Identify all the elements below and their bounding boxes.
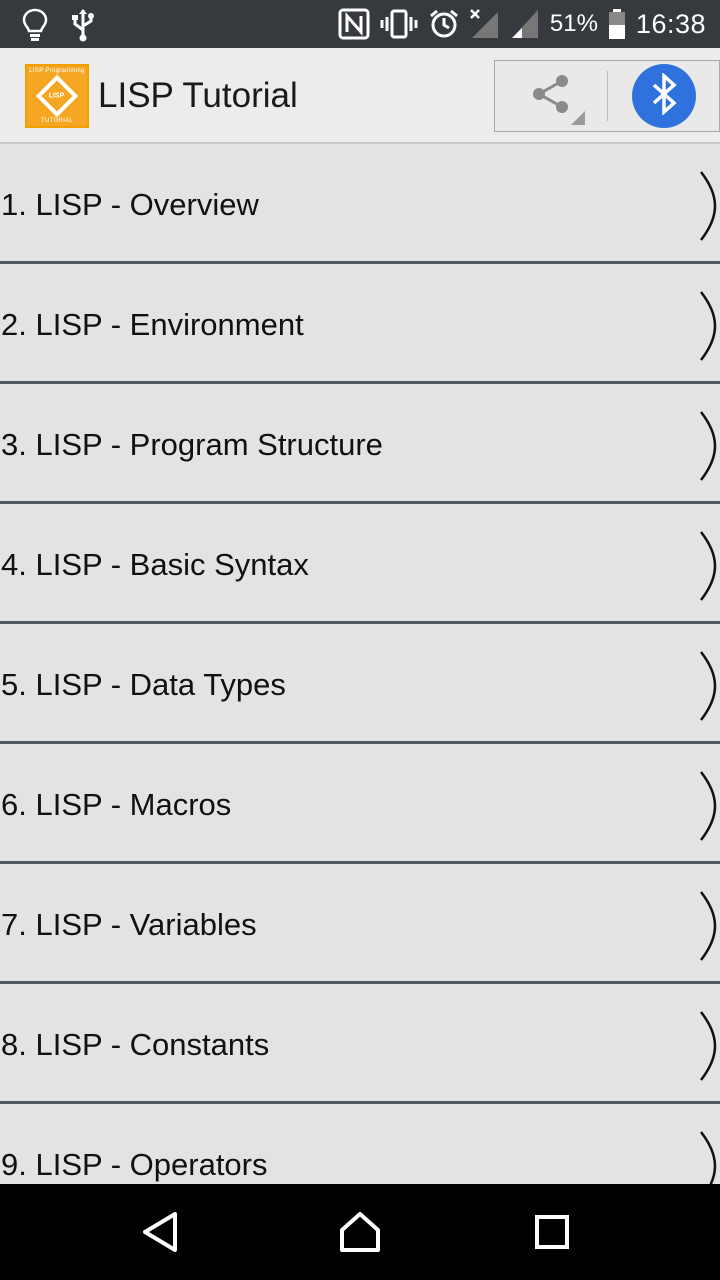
action-bar-actions — [494, 60, 720, 132]
share-icon — [529, 72, 573, 121]
status-clock: 16:38 — [635, 8, 706, 39]
bluetooth-button[interactable] — [632, 64, 696, 128]
list-item[interactable]: 6. LISP - Macros — [0, 744, 720, 864]
logo-bottom-text: TUTORIAL — [41, 118, 73, 124]
chevron-right-icon — [700, 291, 717, 361]
app-title: LISP Tutorial — [98, 76, 298, 115]
bluetooth-icon — [649, 71, 679, 120]
chevron-right-icon — [700, 171, 717, 241]
logo-top-text: LISP Programming — [29, 68, 85, 74]
nfc-icon — [338, 8, 370, 40]
list-item-label: 8. LISP - Constants — [1, 1027, 270, 1062]
navigation-bar — [0, 1184, 720, 1280]
app-bar: LISP Programming LISP TUTORIAL LISP Tuto… — [0, 48, 720, 144]
list-item[interactable]: 7. LISP - Variables — [0, 864, 720, 984]
status-bar: 51% 16:38 — [0, 0, 720, 48]
action-divider — [607, 71, 608, 121]
home-button[interactable] — [332, 1204, 388, 1260]
recents-button[interactable] — [524, 1204, 580, 1260]
home-icon — [340, 1212, 380, 1252]
list-item-label: 9. LISP - Operators — [1, 1147, 268, 1182]
list-item[interactable]: 4. LISP - Basic Syntax — [0, 504, 720, 624]
list-item-label: 7. LISP - Variables — [1, 907, 257, 942]
battery-percent: 51% — [549, 10, 598, 37]
list-item-label: 1. LISP - Overview — [1, 187, 259, 222]
list-item[interactable]: 2. LISP - Environment — [0, 264, 720, 384]
recents-icon — [535, 1215, 569, 1249]
share-dropdown-indicator — [571, 111, 585, 125]
signal-icon — [510, 8, 540, 40]
list-item[interactable]: 1. LISP - Overview — [0, 144, 720, 264]
signal-no-sim-icon — [469, 8, 500, 40]
chevron-right-icon — [700, 411, 717, 481]
back-button[interactable] — [132, 1204, 188, 1260]
app-logo: LISP Programming LISP TUTORIAL — [25, 64, 89, 128]
list-item-label: 6. LISP - Macros — [1, 787, 232, 822]
logo-diamond: LISP — [35, 74, 79, 118]
list-item-label: 3. LISP - Program Structure — [1, 427, 383, 462]
chevron-right-icon — [700, 1011, 717, 1081]
chevron-right-icon — [700, 1131, 717, 1184]
list-item[interactable]: 3. LISP - Program Structure — [0, 384, 720, 504]
alarm-icon — [428, 8, 460, 40]
usb-icon — [70, 8, 96, 42]
chapter-list: 1. LISP - Overview 2. LISP - Environment… — [0, 144, 720, 1184]
back-icon — [143, 1212, 177, 1252]
vibrate-icon — [380, 9, 418, 39]
logo-center-text: LISP — [49, 92, 65, 100]
chevron-right-icon — [700, 771, 717, 841]
list-item-label: 5. LISP - Data Types — [1, 667, 286, 702]
list-item-label: 4. LISP - Basic Syntax — [1, 547, 309, 582]
chevron-right-icon — [700, 891, 717, 961]
list-item-label: 2. LISP - Environment — [1, 307, 304, 342]
list-item[interactable]: 8. LISP - Constants — [0, 984, 720, 1104]
share-button[interactable] — [495, 61, 607, 131]
battery-icon — [608, 8, 626, 40]
list-item[interactable]: 5. LISP - Data Types — [0, 624, 720, 744]
list-item[interactable]: 9. LISP - Operators — [0, 1104, 720, 1184]
lightbulb-icon — [22, 8, 48, 42]
chevron-right-icon — [700, 531, 717, 601]
chevron-right-icon — [700, 651, 717, 721]
